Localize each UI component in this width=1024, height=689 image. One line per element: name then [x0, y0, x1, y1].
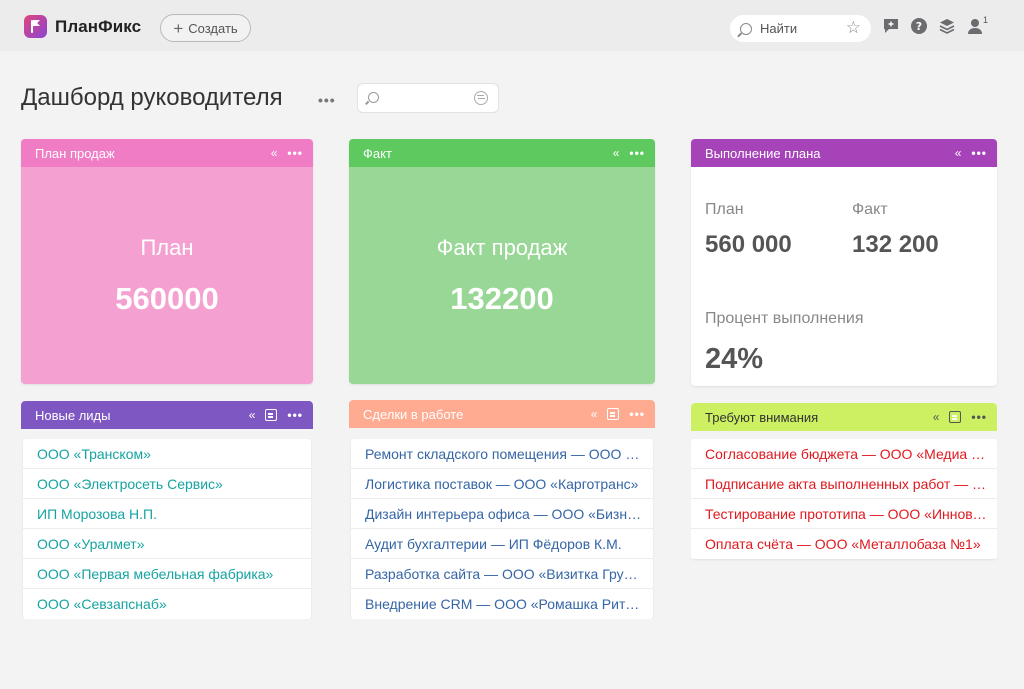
search-placeholder: Найти	[760, 21, 798, 36]
svg-text:?: ?	[916, 20, 922, 33]
collapse-icon[interactable]: «	[933, 411, 940, 423]
list-item-label: Оплата счёта — ООО «Металлобаза №1»	[705, 536, 981, 552]
list-item-label: Дизайн интерьера офиса — ООО «Бизнес Цен…	[365, 505, 643, 522]
list-item[interactable]: ООО «Севзапснаб»	[23, 589, 311, 619]
widget-title: Выполнение плана	[705, 145, 821, 161]
widget-plan-execution: Выполнение плана « ••• План 560 000 Факт…	[691, 139, 997, 386]
scan-icon[interactable]	[607, 408, 620, 420]
user-icon[interactable]	[966, 17, 984, 35]
list-item-label: Логистика поставок — ООО «Карготранс»	[365, 475, 639, 492]
list-item-label: ООО «Уралмет»	[37, 535, 145, 552]
plus-icon: +	[173, 18, 184, 38]
collapse-icon[interactable]: «	[591, 408, 598, 420]
collapse-icon[interactable]: «	[249, 409, 256, 421]
widget-new-leads: Новые лиды « ••• ООО «Транском» ООО «Эле…	[21, 401, 313, 619]
list-item[interactable]: Аудит бухгалтерии — ИП Фёдоров К.М.	[351, 529, 653, 559]
widget-fact: Факт « ••• Факт продаж 132200	[349, 139, 655, 384]
search-icon	[740, 22, 752, 35]
metric-value: 132200	[450, 280, 554, 316]
widget-body: Факт продаж 132200	[349, 167, 655, 384]
more-icon[interactable]: •••	[287, 409, 303, 421]
list-item-label: ИП Морозова Н.П.	[37, 505, 157, 522]
widget-header: Сделки в работе « •••	[349, 400, 655, 428]
more-icon[interactable]: •••	[287, 147, 303, 159]
scan-icon[interactable]	[949, 411, 962, 423]
list-item[interactable]: Логистика поставок — ООО «Карготранс»	[351, 469, 653, 499]
list-item[interactable]: Внедрение CRM — ООО «Ромашка Ритейл»	[351, 589, 653, 619]
widget-header: План продаж « •••	[21, 139, 313, 167]
scan-icon[interactable]	[265, 409, 278, 421]
search-icon	[368, 92, 379, 103]
list-item[interactable]: Разработка сайта — ООО «Визитка Групп»	[351, 559, 653, 589]
list: ООО «Транском» ООО «Электросеть Сервис» …	[23, 439, 311, 619]
list-item-label: ООО «Электросеть Сервис»	[37, 475, 223, 492]
more-icon[interactable]: •••	[629, 408, 645, 420]
widget-body: План 560000	[21, 167, 313, 384]
title-more-icon[interactable]: •••	[318, 92, 336, 108]
list: Согласование бюджета — ООО «Медиа Плюс» …	[691, 439, 997, 559]
star-icon[interactable]: ☆	[846, 19, 861, 36]
page-title: Дашборд руководителя	[21, 84, 283, 111]
collapse-icon[interactable]: «	[271, 147, 278, 159]
widget-header: Выполнение плана « •••	[691, 139, 997, 167]
more-icon[interactable]: •••	[971, 411, 987, 423]
list-item-label: Аудит бухгалтерии — ИП Фёдоров К.М.	[365, 535, 622, 552]
list-item-label: Тестирование прототипа — ООО «Инновации»	[705, 505, 987, 522]
app-name: ПланФикс	[55, 16, 142, 36]
chat-icon[interactable]	[882, 17, 900, 35]
list-item[interactable]: ИП Морозова Н.П.	[23, 499, 311, 529]
list-item[interactable]: Дизайн интерьера офиса — ООО «Бизнес Цен…	[351, 499, 653, 529]
list-item-label: ООО «Транском»	[37, 445, 151, 462]
percent-value: 24%	[705, 343, 764, 375]
metric-label: План	[140, 234, 194, 260]
widget-header: Требуют внимания « •••	[691, 403, 997, 431]
dashboard-filter-input[interactable]	[357, 83, 499, 113]
layers-icon[interactable]	[938, 17, 956, 35]
list-item-label: Согласование бюджета — ООО «Медиа Плюс»	[705, 445, 987, 462]
help-icon[interactable]: ?	[910, 17, 928, 35]
collapse-icon[interactable]: «	[955, 147, 962, 159]
widget-header: Факт « •••	[349, 139, 655, 167]
widget-attention: Требуют внимания « ••• Согласование бюдж…	[691, 403, 997, 561]
collapse-icon[interactable]: «	[613, 147, 620, 159]
list-item[interactable]: Ремонт складского помещения — ООО «Строй…	[351, 439, 653, 469]
widget-title: Факт	[363, 145, 392, 161]
metric-label: Факт продаж	[436, 234, 568, 260]
list-item[interactable]: Подписание акта выполненных работ — ООО …	[691, 469, 997, 499]
list-item-label: Ремонт складского помещения — ООО «Строй…	[365, 445, 643, 462]
global-search-input[interactable]: Найти ☆	[730, 15, 871, 42]
list-item[interactable]: ООО «Транском»	[23, 439, 311, 469]
widget-plan-sales: План продаж « ••• План 560000	[21, 139, 313, 384]
more-icon[interactable]: •••	[971, 147, 987, 159]
metric-value: 560000	[115, 280, 219, 316]
list: Ремонт складского помещения — ООО «Строй…	[351, 439, 653, 619]
logo-icon	[24, 15, 47, 38]
list-item[interactable]: Согласование бюджета — ООО «Медиа Плюс»	[691, 439, 997, 469]
notification-badge: 1	[983, 15, 989, 25]
create-button-label: Создать	[188, 20, 238, 36]
fact-value: 132 200	[852, 231, 939, 258]
list-item[interactable]: Оплата счёта — ООО «Металлобаза №1»	[691, 529, 997, 559]
plan-value: 560 000	[705, 231, 792, 258]
list-item-label: Подписание акта выполненных работ — ООО …	[705, 475, 987, 492]
list-item[interactable]: Тестирование прототипа — ООО «Инновации»	[691, 499, 997, 529]
widget-header: Новые лиды « •••	[21, 401, 313, 429]
fact-label: Факт	[852, 201, 888, 218]
widget-deals: Сделки в работе « ••• Ремонт складского …	[349, 400, 655, 619]
top-bar: ПланФикс + Создать Найти ☆ ? 1	[0, 0, 1024, 51]
list-item[interactable]: ООО «Электросеть Сервис»	[23, 469, 311, 499]
create-button[interactable]: + Создать	[160, 14, 251, 42]
percent-label: Процент выполнения	[705, 310, 864, 327]
list-item-label: Внедрение CRM — ООО «Ромашка Ритейл»	[365, 596, 643, 612]
list-item-label: Разработка сайта — ООО «Визитка Групп»	[365, 565, 643, 582]
filter-icon[interactable]	[474, 91, 488, 105]
more-icon[interactable]: •••	[629, 147, 645, 159]
list-item[interactable]: ООО «Уралмет»	[23, 529, 311, 559]
list-item-label: ООО «Первая мебельная фабрика»	[37, 565, 274, 582]
app-logo[interactable]: ПланФикс	[24, 15, 141, 38]
plan-label: План	[705, 201, 744, 218]
list-item-label: ООО «Севзапснаб»	[37, 596, 167, 612]
list-item[interactable]: ООО «Первая мебельная фабрика»	[23, 559, 311, 589]
